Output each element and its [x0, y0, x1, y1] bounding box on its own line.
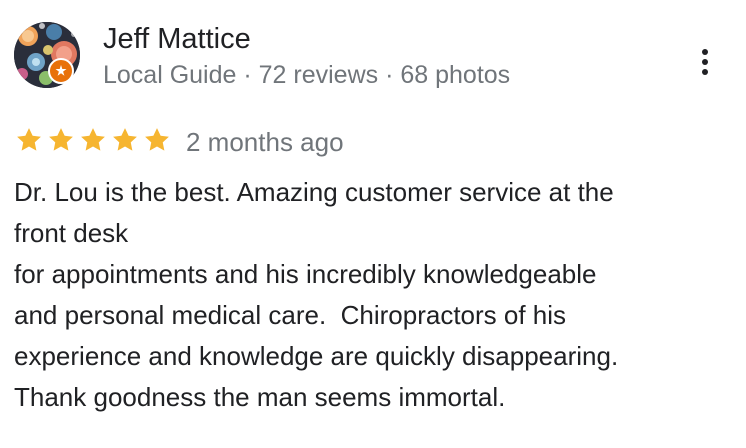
- review-card: Jeff Mattice Local Guide · 72 reviews · …: [0, 0, 746, 448]
- review-text-line: experience and knowledge are quickly dis…: [14, 341, 619, 371]
- author-meta[interactable]: Local Guide · 72 reviews · 68 photos: [103, 60, 510, 90]
- review-text: Dr. Lou is the best. Amazing customer se…: [14, 172, 734, 418]
- star-icon: [145, 128, 169, 151]
- review-text-line: front desk: [14, 218, 129, 248]
- review-text-line: Thank goodness the man seems immortal.: [14, 382, 506, 412]
- review-date: 2 months ago: [186, 127, 344, 157]
- star-icon: [49, 128, 73, 151]
- review-text-line: for appointments and his incredibly know…: [14, 259, 597, 289]
- star-rating: [14, 125, 172, 155]
- star-icon: [17, 128, 41, 151]
- review-text-line: and personal medical care. Chiropractors…: [14, 300, 567, 330]
- more-options-button[interactable]: [688, 42, 722, 82]
- more-vertical-icon: [702, 49, 708, 55]
- author-name[interactable]: Jeff Mattice: [103, 22, 251, 56]
- star-icon: [81, 128, 105, 151]
- review-text-line: Dr. Lou is the best. Amazing customer se…: [14, 177, 614, 207]
- star-icon: [113, 128, 137, 151]
- local-guide-badge-icon: [48, 58, 74, 84]
